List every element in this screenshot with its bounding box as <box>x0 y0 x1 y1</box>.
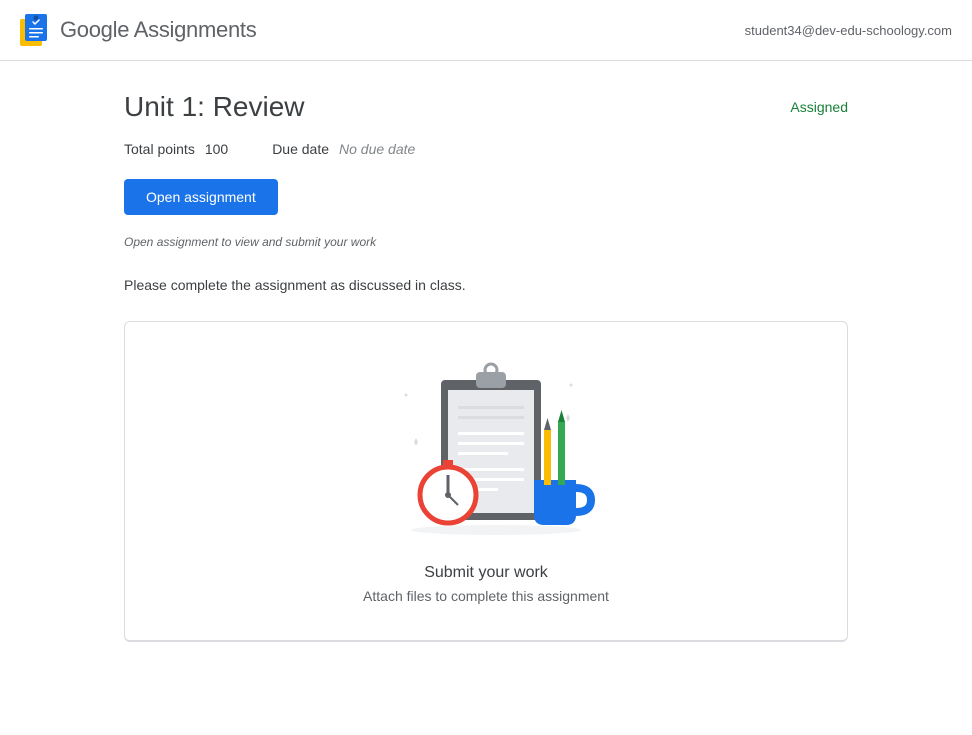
logo-section: Google Assignments <box>20 14 256 46</box>
product-name-bold: Google <box>60 17 129 42</box>
total-points: Total points 100 <box>124 141 228 157</box>
card-title: Submit your work <box>145 564 827 582</box>
product-name-light: Assignments <box>129 17 256 42</box>
due-date: Due date No due date <box>272 141 415 157</box>
card-subtitle: Attach files to complete this assignment <box>145 588 827 604</box>
assignments-logo-icon <box>20 14 48 46</box>
submit-card: Submit your work Attach files to complet… <box>124 321 848 642</box>
page-title: Unit 1: Review <box>124 91 305 123</box>
points-label: Total points <box>124 141 195 157</box>
points-value: 100 <box>205 141 228 157</box>
product-name: Google Assignments <box>60 17 256 43</box>
due-value: No due date <box>339 141 415 157</box>
app-header: Google Assignments student34@dev-edu-sch… <box>0 0 972 61</box>
submit-illustration-icon <box>376 360 596 540</box>
status-badge: Assigned <box>790 99 848 115</box>
assignment-description: Please complete the assignment as discus… <box>124 277 848 293</box>
meta-row: Total points 100 Due date No due date <box>124 141 848 157</box>
open-helper-text: Open assignment to view and submit your … <box>124 235 848 249</box>
title-row: Unit 1: Review Assigned <box>124 91 848 123</box>
due-label: Due date <box>272 141 329 157</box>
main-content: Unit 1: Review Assigned Total points 100… <box>0 61 972 672</box>
user-email: student34@dev-edu-schoology.com <box>745 23 952 38</box>
open-assignment-button[interactable]: Open assignment <box>124 179 278 215</box>
